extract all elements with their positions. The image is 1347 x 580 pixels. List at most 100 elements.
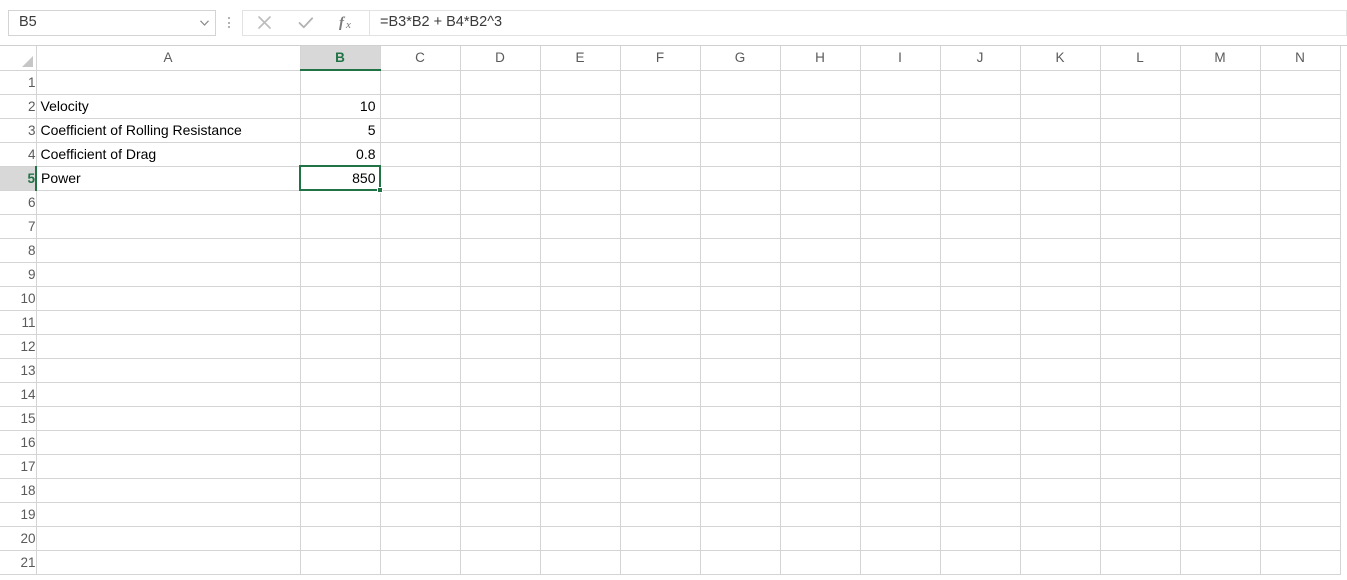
cell-N9[interactable] <box>1260 262 1341 287</box>
cell-H1[interactable] <box>780 70 861 95</box>
cell-L14[interactable] <box>1100 382 1181 407</box>
cell-L10[interactable] <box>1100 286 1181 311</box>
cell-G17[interactable] <box>700 454 781 479</box>
cell-E15[interactable] <box>540 406 621 431</box>
cell-J10[interactable] <box>940 286 1021 311</box>
cell-A20[interactable] <box>36 526 301 551</box>
cell-B17[interactable] <box>300 454 381 479</box>
cell-M4[interactable] <box>1180 142 1261 167</box>
cell-E13[interactable] <box>540 358 621 383</box>
cell-G18[interactable] <box>700 478 781 503</box>
cell-J8[interactable] <box>940 238 1021 263</box>
cell-C1[interactable] <box>380 70 461 95</box>
cell-N17[interactable] <box>1260 454 1341 479</box>
cell-D13[interactable] <box>460 358 541 383</box>
column-header-d[interactable]: D <box>460 46 541 71</box>
cell-B1[interactable] <box>300 70 381 95</box>
cell-J5[interactable] <box>940 166 1021 191</box>
cell-N20[interactable] <box>1260 526 1341 551</box>
cell-D3[interactable] <box>460 118 541 143</box>
cell-I20[interactable] <box>860 526 941 551</box>
cell-J14[interactable] <box>940 382 1021 407</box>
cell-C9[interactable] <box>380 262 461 287</box>
cell-L17[interactable] <box>1100 454 1181 479</box>
cell-E8[interactable] <box>540 238 621 263</box>
cell-M20[interactable] <box>1180 526 1261 551</box>
cell-M21[interactable] <box>1180 550 1261 575</box>
cell-C13[interactable] <box>380 358 461 383</box>
row-header-13[interactable]: 13 <box>0 358 37 383</box>
cell-B6[interactable] <box>300 190 381 215</box>
cell-B5[interactable]: 850 <box>300 166 381 191</box>
cell-L6[interactable] <box>1100 190 1181 215</box>
cell-G16[interactable] <box>700 430 781 455</box>
cell-F15[interactable] <box>620 406 701 431</box>
cell-H7[interactable] <box>780 214 861 239</box>
cell-I1[interactable] <box>860 70 941 95</box>
cell-B10[interactable] <box>300 286 381 311</box>
cell-I14[interactable] <box>860 382 941 407</box>
insert-function-fx-icon[interactable]: f x <box>327 11 369 35</box>
cell-I6[interactable] <box>860 190 941 215</box>
cell-H15[interactable] <box>780 406 861 431</box>
cell-J1[interactable] <box>940 70 1021 95</box>
cell-H13[interactable] <box>780 358 861 383</box>
cell-K16[interactable] <box>1020 430 1101 455</box>
row-header-4[interactable]: 4 <box>0 142 37 167</box>
cell-C2[interactable] <box>380 94 461 119</box>
cell-B12[interactable] <box>300 334 381 359</box>
cell-E5[interactable] <box>540 166 621 191</box>
cell-K18[interactable] <box>1020 478 1101 503</box>
cell-A10[interactable] <box>36 286 301 311</box>
cell-J7[interactable] <box>940 214 1021 239</box>
cell-J18[interactable] <box>940 478 1021 503</box>
cell-E18[interactable] <box>540 478 621 503</box>
column-header-e[interactable]: E <box>540 46 621 71</box>
cell-A17[interactable] <box>36 454 301 479</box>
cell-L12[interactable] <box>1100 334 1181 359</box>
cell-L3[interactable] <box>1100 118 1181 143</box>
row-header-11[interactable]: 11 <box>0 310 37 335</box>
cell-A14[interactable] <box>36 382 301 407</box>
cell-H4[interactable] <box>780 142 861 167</box>
cell-N18[interactable] <box>1260 478 1341 503</box>
cell-B8[interactable] <box>300 238 381 263</box>
cell-G15[interactable] <box>700 406 781 431</box>
cell-J6[interactable] <box>940 190 1021 215</box>
cell-D14[interactable] <box>460 382 541 407</box>
cell-D6[interactable] <box>460 190 541 215</box>
cell-N5[interactable] <box>1260 166 1341 191</box>
row-header-9[interactable]: 9 <box>0 262 37 287</box>
cell-F11[interactable] <box>620 310 701 335</box>
cell-B9[interactable] <box>300 262 381 287</box>
cell-L2[interactable] <box>1100 94 1181 119</box>
cell-C7[interactable] <box>380 214 461 239</box>
cell-N16[interactable] <box>1260 430 1341 455</box>
cell-H9[interactable] <box>780 262 861 287</box>
column-header-b[interactable]: B <box>300 46 381 71</box>
cell-K20[interactable] <box>1020 526 1101 551</box>
cell-G19[interactable] <box>700 502 781 527</box>
cell-L13[interactable] <box>1100 358 1181 383</box>
cell-I3[interactable] <box>860 118 941 143</box>
cell-G4[interactable] <box>700 142 781 167</box>
cell-K17[interactable] <box>1020 454 1101 479</box>
cell-N15[interactable] <box>1260 406 1341 431</box>
cell-A2[interactable]: Velocity <box>36 94 301 119</box>
cell-D18[interactable] <box>460 478 541 503</box>
confirm-check-icon[interactable] <box>285 11 327 35</box>
cell-B18[interactable] <box>300 478 381 503</box>
row-header-12[interactable]: 12 <box>0 334 37 359</box>
cell-A15[interactable] <box>36 406 301 431</box>
cell-I13[interactable] <box>860 358 941 383</box>
cell-I12[interactable] <box>860 334 941 359</box>
cell-I4[interactable] <box>860 142 941 167</box>
cell-N4[interactable] <box>1260 142 1341 167</box>
cell-C16[interactable] <box>380 430 461 455</box>
cell-M2[interactable] <box>1180 94 1261 119</box>
cell-F16[interactable] <box>620 430 701 455</box>
cell-E14[interactable] <box>540 382 621 407</box>
cell-C11[interactable] <box>380 310 461 335</box>
cell-A18[interactable] <box>36 478 301 503</box>
row-header-19[interactable]: 19 <box>0 502 37 527</box>
